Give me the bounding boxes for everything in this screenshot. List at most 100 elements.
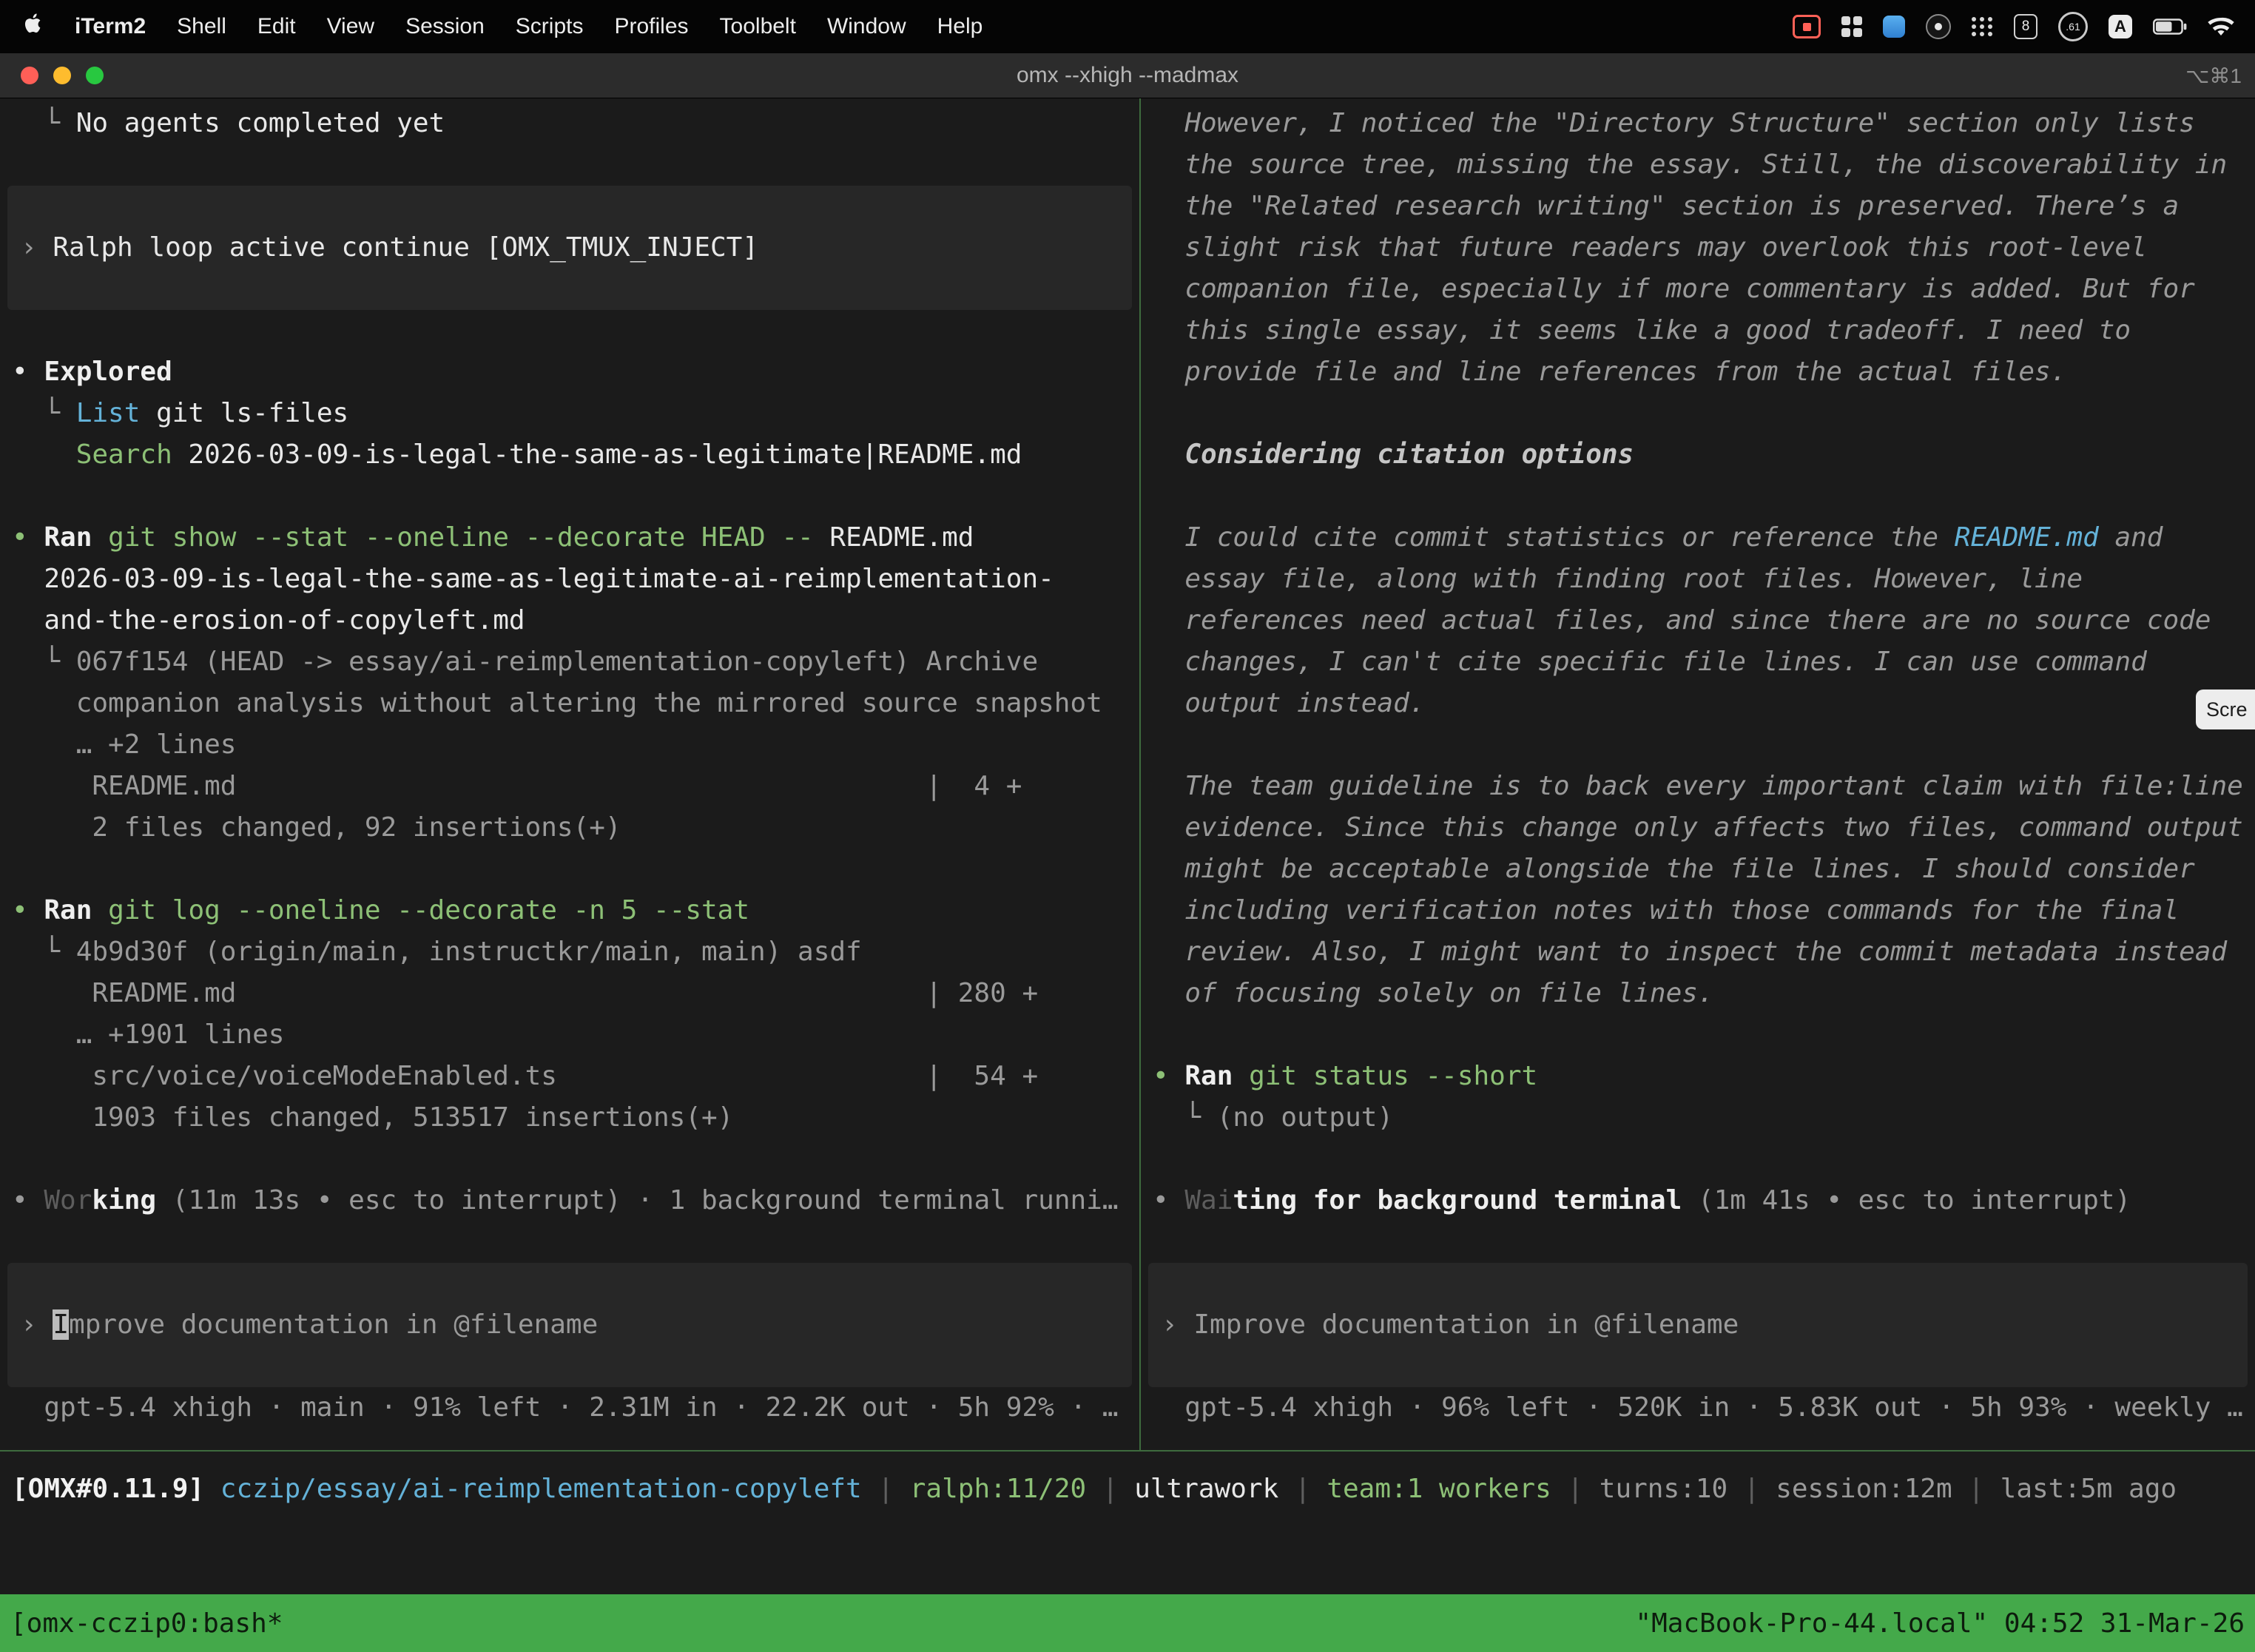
terminal-row: might be acceptable alongside the file l… bbox=[1141, 849, 2255, 890]
text-span: • bbox=[12, 522, 44, 553]
left-pane[interactable]: └ No agents completed yet › Ralph loop ac… bbox=[0, 98, 1139, 1450]
text-span: the "Related research writing" section i… bbox=[1153, 191, 2179, 221]
blank-line bbox=[0, 476, 1139, 517]
blank-line bbox=[1141, 393, 2255, 434]
menu-item-session[interactable]: Session bbox=[390, 14, 500, 39]
window-grid-icon[interactable] bbox=[1841, 16, 1862, 37]
key-8-icon[interactable]: 8 bbox=[2014, 14, 2037, 39]
terminal-row: The team guideline is to back every impo… bbox=[1141, 766, 2255, 807]
minimize-window-button[interactable] bbox=[53, 67, 71, 84]
terminal-window: └ No agents completed yet › Ralph loop ac… bbox=[0, 98, 2255, 1594]
menubar-status-icons: 8 .61 A bbox=[1793, 12, 2234, 41]
menu-item-toolbelt[interactable]: Toolbelt bbox=[704, 14, 812, 39]
tmux-host-clock: "MacBook-Pro-44.local" 04:52 31-Mar-26 bbox=[1635, 1608, 2245, 1639]
text-span: changes, I can't cite specific file line… bbox=[1153, 647, 2147, 677]
session-stats-left: gpt-5.4 xhigh · main · 91% left · 2.31M … bbox=[0, 1387, 1139, 1429]
battery-icon[interactable] bbox=[2153, 18, 2187, 36]
terminal-row: changes, I can't cite specific file line… bbox=[1141, 641, 2255, 683]
text-span: the source tree, missing the essay. Stil… bbox=[1153, 149, 2227, 180]
terminal-row: of focusing solely on file lines. bbox=[1141, 973, 2255, 1014]
text-span: I bbox=[53, 1309, 69, 1340]
blank-line bbox=[1141, 1221, 2255, 1263]
text-span: Ralph loop active continue [OMX_TMUX_INJ… bbox=[53, 232, 758, 263]
app-dark-circle-icon[interactable] bbox=[1926, 14, 1951, 39]
blank-line bbox=[0, 1139, 1139, 1180]
session-stats-right: gpt-5.4 xhigh · 96% left · 520K in · 5.8… bbox=[1141, 1387, 2255, 1429]
text-span: might be acceptable alongside the file l… bbox=[1153, 854, 2195, 884]
text-span: • bbox=[12, 1185, 44, 1216]
text-span: this single essay, it seems like a good … bbox=[1153, 315, 2131, 345]
terminal-row: companion file, especially if more comme… bbox=[1141, 269, 2255, 310]
app-blue-icon[interactable] bbox=[1883, 16, 1905, 38]
text-span: | bbox=[1952, 1474, 2000, 1504]
right-pane[interactable]: However, I noticed the "Directory Struct… bbox=[1139, 98, 2255, 1450]
text-span: | bbox=[1086, 1474, 1134, 1504]
text-span: The team guideline is to back every impo… bbox=[1153, 771, 2243, 801]
window-shortcut-hint: ⌥⌘1 bbox=[2185, 64, 2242, 88]
thinking-heading: Considering citation options bbox=[1141, 434, 2255, 476]
text-span: 2026-03-09-is-legal-the-same-as-legitima… bbox=[172, 439, 1022, 470]
terminal-row: companion analysis without altering the … bbox=[0, 683, 1139, 724]
screen-recording-icon[interactable] bbox=[1793, 15, 1821, 38]
text-span: List bbox=[76, 398, 141, 428]
ralph-inject-box[interactable]: › Ralph loop active continue [OMX_TMUX_I… bbox=[7, 186, 1132, 310]
terminal-row: └ List git ls-files bbox=[0, 393, 1139, 434]
macos-menubar: iTerm2ShellEditViewSessionScriptsProfile… bbox=[0, 0, 2255, 53]
text-span: └ bbox=[12, 647, 76, 677]
terminal-row: including verification notes with those … bbox=[1141, 890, 2255, 931]
text-span: mprove documentation in @filename bbox=[69, 1309, 598, 1340]
terminal-row: I could cite commit statistics or refere… bbox=[1141, 517, 2255, 559]
terminal-row: However, I noticed the "Directory Struct… bbox=[1141, 103, 2255, 144]
prompt-input-left[interactable]: › Improve documentation in @filename bbox=[7, 1263, 1132, 1387]
text-span: (1m 41s • esc to interrupt) bbox=[1682, 1185, 2131, 1216]
prompt-input-right[interactable]: › Improve documentation in @filename bbox=[1148, 1263, 2248, 1387]
text-span: Search bbox=[76, 439, 172, 470]
text-span: [OMX#0.11.9] bbox=[12, 1474, 220, 1504]
text-span: 4b9d30f (origin/main, instructkr/main, m… bbox=[76, 937, 862, 967]
menu-item-iterm2[interactable]: iTerm2 bbox=[59, 14, 161, 39]
text-span: ralph:11/20 bbox=[910, 1474, 1086, 1504]
text-span: team:1 workers bbox=[1327, 1474, 1551, 1504]
apple-menu[interactable] bbox=[13, 13, 59, 40]
menu-item-scripts[interactable]: Scripts bbox=[500, 14, 599, 39]
input-source-icon[interactable]: A bbox=[2109, 15, 2132, 38]
blank-line bbox=[0, 1221, 1139, 1263]
menu-item-help[interactable]: Help bbox=[922, 14, 999, 39]
text-span: Improve documentation in @filename bbox=[1193, 1309, 1739, 1340]
terminal-row: src/voice/voiceModeEnabled.ts | 54 + bbox=[0, 1056, 1139, 1097]
text-span: No agents completed yet bbox=[76, 108, 445, 138]
text-span: … +2 lines bbox=[12, 729, 236, 760]
battery-ring-icon[interactable]: .61 bbox=[2058, 12, 2088, 41]
screen-notification-sliver[interactable]: Scre bbox=[2196, 690, 2255, 729]
text-span bbox=[12, 439, 76, 470]
text-span: and bbox=[2099, 522, 2163, 553]
menu-item-profiles[interactable]: Profiles bbox=[599, 14, 704, 39]
terminal-row: 2026-03-09-is-legal-the-same-as-legitima… bbox=[0, 559, 1139, 600]
menu-item-edit[interactable]: Edit bbox=[242, 14, 311, 39]
text-span: └ bbox=[12, 398, 76, 428]
text-span bbox=[1233, 1061, 1249, 1091]
text-span: turns:10 bbox=[1600, 1474, 1728, 1504]
text-span: git log --oneline --decorate -n 5 --stat bbox=[108, 895, 749, 926]
text-span: • bbox=[12, 357, 44, 387]
text-span: essay file, along with finding root file… bbox=[1153, 564, 2083, 594]
apple-logo-icon bbox=[24, 13, 41, 40]
zoom-window-button[interactable] bbox=[86, 67, 104, 84]
terminal-row: this single essay, it seems like a good … bbox=[1141, 310, 2255, 351]
menu-item-view[interactable]: View bbox=[311, 14, 390, 39]
menu-item-shell[interactable]: Shell bbox=[161, 14, 242, 39]
blank-line bbox=[1141, 1014, 2255, 1056]
menu-item-window[interactable]: Window bbox=[812, 14, 922, 39]
text-span: last:5m ago bbox=[2000, 1474, 2177, 1504]
text-span: Wor bbox=[44, 1185, 92, 1216]
text-span: Ran bbox=[44, 895, 92, 926]
close-window-button[interactable] bbox=[21, 67, 38, 84]
dots-grid-icon[interactable] bbox=[1972, 17, 1993, 36]
terminal-row: review. Also, I might want to inspect th… bbox=[1141, 931, 2255, 973]
text-span: including verification notes with those … bbox=[1153, 895, 2179, 926]
wifi-icon[interactable] bbox=[2208, 16, 2234, 37]
text-span: (no output) bbox=[1217, 1102, 1393, 1133]
terminal-row: └ (no output) bbox=[1141, 1097, 2255, 1139]
text-span: └ bbox=[12, 937, 76, 967]
ran-git-log: • Ran git log --oneline --decorate -n 5 … bbox=[0, 890, 1139, 931]
